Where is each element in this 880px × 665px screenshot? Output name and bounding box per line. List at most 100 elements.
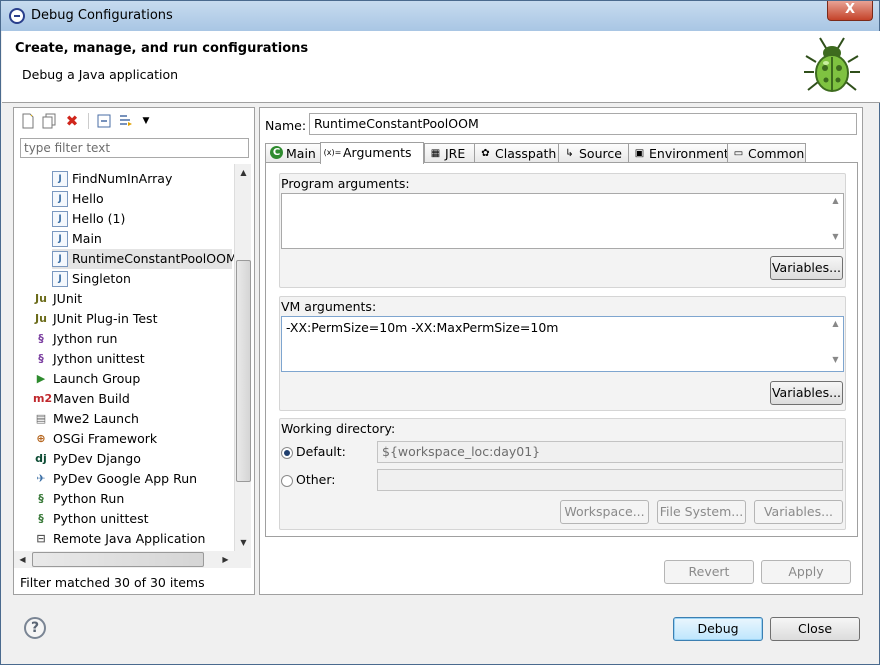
tab-label: Classpath (495, 146, 557, 161)
vm-arguments-textarea[interactable]: -XX:PermSize=10m -XX:MaxPermSize=10m (281, 316, 844, 372)
jre-tab-icon: ▦ (430, 148, 441, 159)
java-app-icon: J (52, 191, 68, 207)
launch-group-icon: ▶ (36, 372, 46, 385)
filter-input[interactable]: type filter text (20, 138, 249, 158)
scroll-right-arrow-icon[interactable]: ▶ (217, 551, 234, 568)
other-directory-label: Other: (296, 472, 336, 487)
debug-button[interactable]: Debug (673, 617, 763, 641)
python-unittest-icon: § (38, 512, 44, 525)
filter-status-text: Filter matched 30 of 30 items (20, 575, 205, 590)
vm-arguments-label: VM arguments: (281, 299, 377, 314)
collapse-all-icon[interactable] (96, 113, 112, 129)
tree-item-label: Python unittest (53, 511, 149, 526)
window-title: Debug Configurations (31, 8, 173, 23)
tab-label: Source (579, 146, 622, 161)
default-directory-radio[interactable] (281, 447, 293, 459)
duplicate-configuration-icon[interactable] (41, 113, 57, 129)
configuration-name-input[interactable]: RuntimeConstantPoolOOM (309, 113, 857, 135)
configuration-tabs: C Main (x)= Arguments ▦ JRE ✿ Classpath ↳ Source ▣… (265, 142, 857, 164)
arguments-tab-body: Program arguments: ▲ ▼ Variables... VM a… (265, 162, 858, 537)
tab-arguments[interactable]: (x)= Arguments (320, 142, 424, 164)
program-arguments-label: Program arguments: (281, 176, 410, 191)
horizontal-scroll-thumb[interactable] (32, 552, 204, 567)
debug-bug-icon (804, 37, 860, 92)
program-args-scroll-down-icon[interactable]: ▼ (828, 230, 843, 244)
file-system-button[interactable]: File System... (657, 500, 746, 524)
source-tab-icon: ↳ (565, 148, 574, 159)
tree-item-label: Hello (1) (72, 211, 126, 226)
tab-common[interactable]: ▭ Common (727, 143, 806, 164)
tab-label: JRE (445, 146, 466, 161)
scroll-down-arrow-icon[interactable]: ▼ (235, 534, 252, 551)
working-directory-group: Working directory: Default: ${workspace_… (279, 418, 846, 530)
junit-icon: Ju (35, 292, 47, 305)
close-button[interactable]: Close (770, 617, 860, 641)
tree-item-label: PyDev Django (53, 451, 141, 466)
tree-vertical-scrollbar[interactable]: ▲ ▼ (234, 164, 251, 551)
main-tab-icon: C (270, 146, 283, 159)
tree-item-label: JUnit Plug-in Test (53, 311, 158, 326)
tab-main[interactable]: C Main (265, 143, 321, 164)
tree-item-label: PyDev Google App Run (53, 471, 198, 486)
tree-item-label: Mwe2 Launch (53, 411, 139, 426)
tab-jre[interactable]: ▦ JRE (424, 143, 475, 164)
classpath-tab-icon: ✿ (481, 148, 490, 159)
program-arguments-group: Program arguments: ▲ ▼ Variables... (279, 173, 846, 288)
tree-item-label: Jython run (53, 331, 118, 346)
new-configuration-icon[interactable] (20, 113, 36, 129)
view-menu-chevron-down-icon[interactable]: ▼ (138, 113, 154, 129)
working-directory-label: Working directory: (281, 421, 396, 436)
junit-plugin-icon: Ju (35, 312, 47, 325)
header-subtitle: Debug a Java application (22, 67, 179, 82)
tree-item-label: Hello (72, 191, 104, 206)
tab-source[interactable]: ↳ Source (558, 143, 629, 164)
java-app-icon: J (52, 271, 68, 287)
tree-item-label: OSGi Framework (53, 431, 158, 446)
help-icon[interactable]: ? (24, 617, 46, 639)
arguments-tab-icon: (x)= (323, 148, 342, 157)
program-args-scroll-up-icon[interactable]: ▲ (828, 194, 843, 208)
scroll-up-arrow-icon[interactable]: ▲ (235, 164, 252, 181)
scroll-left-arrow-icon[interactable]: ◀ (14, 551, 31, 568)
dialog-header: Create, manage, and run configurations D… (2, 31, 880, 103)
tree-item-label: Jython unittest (53, 351, 145, 366)
tree-item[interactable]: J RuntimeConstantPoolOOM (52, 249, 234, 269)
default-directory-input: ${workspace_loc:day01} (377, 441, 843, 463)
window-close-button[interactable]: X (827, 1, 873, 21)
apply-button[interactable]: Apply (761, 560, 851, 584)
django-icon: dj (35, 452, 47, 465)
tree-item-label: Maven Build (53, 391, 130, 406)
tree-item-label: Main (72, 231, 102, 246)
vm-args-scroll-down-icon[interactable]: ▼ (828, 353, 843, 367)
revert-button[interactable]: Revert (664, 560, 754, 584)
tab-label: Arguments (343, 145, 412, 160)
java-app-icon: J (52, 211, 68, 227)
program-arguments-variables-button[interactable]: Variables... (770, 256, 843, 280)
common-tab-icon: ▭ (733, 148, 744, 159)
other-directory-radio[interactable] (281, 475, 293, 487)
other-directory-input (377, 469, 843, 491)
tree-item-label: Singleton (72, 271, 131, 286)
tab-label: Common (748, 146, 805, 161)
tree-horizontal-scrollbar[interactable]: ◀ ▶ (14, 551, 234, 568)
title-bar[interactable]: Debug Configurations X (1, 1, 879, 31)
environment-tab-icon: ▣ (634, 148, 645, 159)
osgi-icon: ⊕ (36, 432, 46, 445)
tab-label: Environment (649, 146, 729, 161)
delete-configuration-icon[interactable]: ✖ (64, 113, 80, 129)
tree-item-label: JUnit (53, 291, 83, 306)
program-arguments-textarea[interactable] (281, 193, 844, 249)
maven-icon: m2 (33, 392, 53, 405)
workspace-button[interactable]: Workspace... (560, 500, 649, 524)
java-app-icon: J (52, 231, 68, 247)
tree-item-label: Remote Java Application (53, 531, 206, 546)
tab-environment[interactable]: ▣ Environment (628, 143, 729, 164)
java-app-icon: J (52, 251, 68, 267)
working-directory-variables-button[interactable]: Variables... (754, 500, 843, 524)
vertical-scroll-thumb[interactable] (236, 259, 251, 482)
vm-args-scroll-up-icon[interactable]: ▲ (828, 317, 843, 331)
tab-classpath[interactable]: ✿ Classpath (474, 143, 559, 164)
vm-arguments-variables-button[interactable]: Variables... (770, 381, 843, 405)
filter-configurations-icon[interactable] (118, 113, 134, 129)
python-run-icon: § (38, 492, 44, 505)
